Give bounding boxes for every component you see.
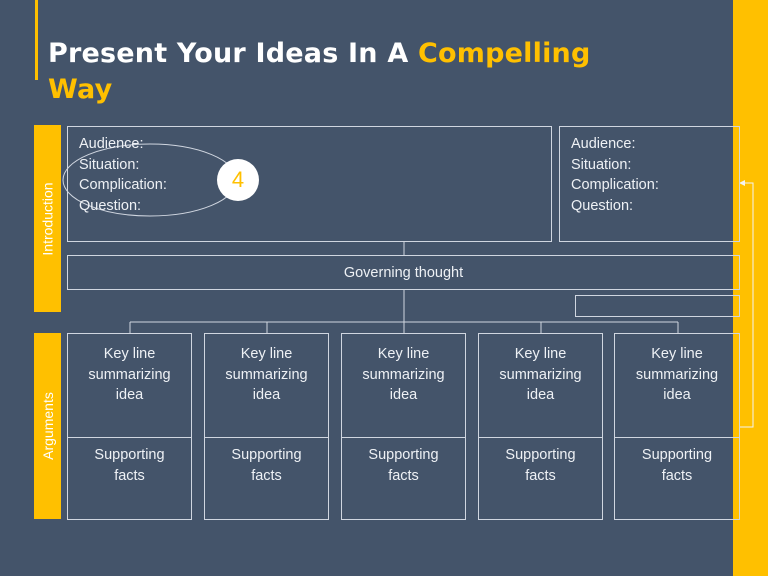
intro-box-right: Audience: Situation: Complication: Quest…: [559, 126, 740, 242]
key-line-5: Key line summarizing idea: [615, 334, 739, 438]
intro-right-complication: Complication:: [571, 177, 659, 193]
key-line-2: Key line summarizing idea: [205, 334, 328, 438]
intro-left-question: Question:: [79, 197, 142, 214]
argument-column-1: Key line summarizing idea Supporting fac…: [67, 333, 192, 520]
intro-right-audience: Audience:: [571, 136, 636, 152]
argument-column-3: Key line summarizing idea Supporting fac…: [341, 333, 466, 520]
supporting-facts-1: Supporting facts: [94, 447, 165, 484]
intro-box-left: Audience: Situation: Complication: Quest…: [67, 126, 552, 242]
argument-column-5: Key line summarizing idea Supporting fac…: [614, 333, 740, 520]
intro-right-situation: Situation:: [571, 156, 632, 173]
supporting-facts-5: Supporting facts: [641, 447, 713, 484]
empty-note-box: [575, 295, 740, 317]
governing-thought-box: Governing thought: [67, 255, 740, 290]
supporting-facts-4: Supporting facts: [505, 447, 576, 484]
intro-left-situation: Situation:: [79, 156, 140, 173]
governing-thought-text: Governing thought: [343, 264, 464, 281]
key-line-4: Key line summarizing idea: [479, 334, 602, 438]
key-line-1: Key line summarizing idea: [68, 334, 191, 438]
intro-left-audience: Audience:: [79, 136, 144, 152]
feedback-bracket: [740, 182, 754, 428]
argument-column-4: Key line summarizing idea Supporting fac…: [478, 333, 603, 520]
key-line-3: Key line summarizing idea: [342, 334, 465, 438]
intro-left-complication: Complication:: [79, 177, 167, 193]
supporting-facts-2: Supporting facts: [231, 447, 302, 484]
intro-right-question: Question:: [571, 197, 634, 214]
argument-column-2: Key line summarizing idea Supporting fac…: [204, 333, 329, 520]
step-number-badge: 4: [217, 159, 259, 201]
supporting-facts-3: Supporting facts: [368, 447, 439, 484]
